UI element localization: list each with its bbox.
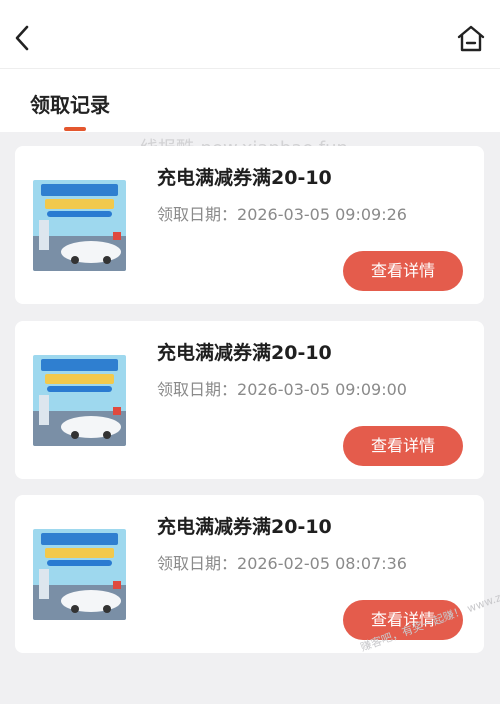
coupon-title: 充电满减券满20-10 xyxy=(157,342,332,364)
date-label: 领取日期： xyxy=(157,554,238,573)
claim-date: 领取日期：2026-03-05 09:09:26 xyxy=(157,201,407,225)
coupon-thumbnail xyxy=(33,529,126,620)
view-details-button[interactable]: 查看详情 xyxy=(343,426,463,466)
coupon-title: 充电满减券满20-10 xyxy=(157,516,332,538)
view-details-button[interactable]: 查看详情 xyxy=(343,251,463,291)
coupon-title: 充电满减券满20-10 xyxy=(157,167,332,189)
date-label: 领取日期： xyxy=(157,205,238,224)
coupon-thumbnail xyxy=(33,180,126,271)
record-card: 充电满减券满20-10 领取日期：2026-03-05 09:09:26 查看详… xyxy=(15,146,484,304)
record-card: 充电满减券满20-10 领取日期：2026-03-05 09:09:00 查看详… xyxy=(15,321,484,479)
claim-date: 领取日期：2026-02-05 08:07:36 xyxy=(157,550,407,574)
home-icon[interactable] xyxy=(456,24,486,54)
claim-date: 领取日期：2026-03-05 09:09:00 xyxy=(157,376,407,400)
date-label: 领取日期： xyxy=(157,380,238,399)
date-value: 2026-03-05 09:09:26 xyxy=(237,205,407,224)
top-bar xyxy=(0,0,500,69)
tab-bar: 领取记录 xyxy=(0,69,500,132)
tab-records[interactable]: 领取记录 xyxy=(30,89,110,118)
coupon-thumbnail xyxy=(33,355,126,446)
date-value: 2026-02-05 08:07:36 xyxy=(237,554,407,573)
chevron-left-icon[interactable] xyxy=(10,22,36,54)
date-value: 2026-03-05 09:09:00 xyxy=(237,380,407,399)
tab-indicator xyxy=(64,127,86,131)
